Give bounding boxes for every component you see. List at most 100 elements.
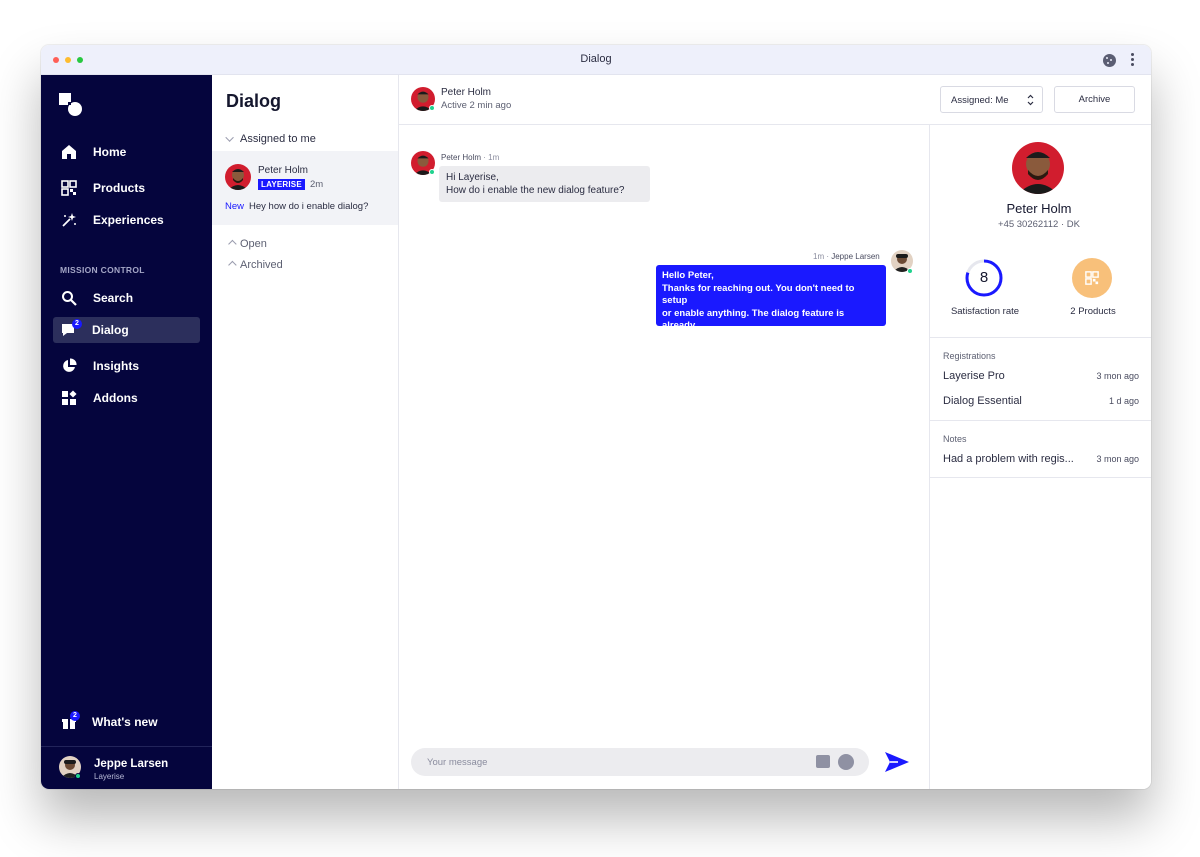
- products-label: 2 Products: [1070, 306, 1116, 317]
- divider: [930, 337, 1151, 338]
- sidebar-item-search[interactable]: Search: [53, 285, 200, 311]
- sidebar-item-products[interactable]: Products: [53, 175, 200, 201]
- group-archived[interactable]: Archived: [228, 259, 283, 271]
- chat-panel: Peter Holm Active 2 min ago Assigned: Me…: [399, 75, 1151, 789]
- chevron-up-icon: [228, 239, 237, 249]
- whats-new-badge: 2: [70, 711, 80, 721]
- send-icon[interactable]: [884, 751, 910, 773]
- new-label: New: [225, 201, 245, 212]
- registrations-heading: Registrations: [943, 351, 996, 361]
- archive-button[interactable]: Archive: [1054, 86, 1135, 113]
- contact-details-panel: Peter Holm +45 30262112 · DK 8 Satisfact…: [929, 125, 1151, 789]
- sidebar-divider: [41, 746, 212, 747]
- sidebar-item-label: Products: [93, 181, 146, 195]
- message-bubble-incoming: Hi Layerise, How do i enable the new dia…: [439, 166, 650, 202]
- sidebar-item-whats-new[interactable]: 2 What's new: [53, 709, 200, 735]
- conversation-name: Peter Holm: [258, 165, 309, 176]
- sidebar-item-dialog[interactable]: 2 Dialog: [53, 317, 200, 343]
- pie-chart-icon: [63, 358, 77, 372]
- title-bar: Dialog: [41, 45, 1151, 75]
- sidebar-item-label: Search: [93, 291, 134, 305]
- sidebar-item-label: What's new: [92, 715, 158, 729]
- conversation-preview: Hey how do i enable dialog?: [249, 201, 369, 212]
- org-tag: LAYERISE: [258, 179, 305, 190]
- satisfaction-value: 8: [979, 269, 989, 286]
- window-title: Dialog: [580, 53, 612, 65]
- message-meta: 1m · Jeppe Larsen: [813, 252, 880, 261]
- divider: [930, 420, 1151, 421]
- sidebar-item-label: Home: [93, 145, 127, 159]
- sidebar-item-label: Insights: [93, 359, 140, 373]
- message-input[interactable]: [427, 755, 807, 769]
- group-open[interactable]: Open: [228, 238, 267, 250]
- registration-name[interactable]: Layerise Pro: [943, 370, 1005, 382]
- conversation-item[interactable]: Peter Holm LAYERISE 2m New Hey how do i …: [212, 151, 398, 225]
- user-org: Layerise: [94, 772, 125, 781]
- sidebar-item-label: Addons: [93, 391, 138, 405]
- group-label: Assigned to me: [240, 133, 316, 145]
- addons-grid-icon: [62, 390, 77, 405]
- message-line: or enable anything. The dialog feature i…: [662, 307, 845, 332]
- sidebar-item-home[interactable]: Home: [53, 139, 200, 165]
- sidebar-item-label: Dialog: [92, 323, 129, 337]
- divider: [930, 477, 1151, 478]
- app-window: Dialog Home Products Experiences MISSION…: [41, 45, 1151, 789]
- user-online-indicator: [75, 773, 81, 779]
- user-name: Jeppe Larsen: [94, 758, 169, 770]
- chevron-down-icon: [225, 133, 234, 142]
- conversation-time: 2m: [310, 179, 324, 190]
- sidebar-item-insights[interactable]: Insights: [53, 353, 200, 379]
- qr-code-icon: [1085, 271, 1099, 285]
- sidebar-item-experiences[interactable]: Experiences: [53, 207, 200, 233]
- cookie-icon[interactable]: [1103, 54, 1116, 67]
- sidebar-item-label: Experiences: [93, 213, 164, 227]
- message-line: Thanks for reaching out. You don't need …: [662, 282, 855, 307]
- qr-code-icon: [61, 180, 77, 196]
- contact-name: Peter Holm: [441, 87, 492, 98]
- group-label: Open: [240, 238, 267, 250]
- message-time: 1m ·: [813, 252, 829, 261]
- group-assigned-to-me[interactable]: Assigned to me: [225, 133, 316, 145]
- note-text[interactable]: Had a problem with regis...: [943, 453, 1074, 465]
- emoji-icon[interactable]: [838, 754, 854, 770]
- message-sender: Jeppe Larsen: [831, 252, 880, 261]
- message-line: available 😎: [662, 332, 715, 344]
- layerise-logo: [59, 93, 82, 116]
- message-line: Hello Peter,: [662, 270, 714, 281]
- online-indicator: [429, 105, 435, 111]
- notes-heading: Notes: [943, 434, 967, 444]
- contact-avatar: [1012, 142, 1064, 194]
- more-menu-icon[interactable]: [1131, 53, 1135, 67]
- dialog-badge: 2: [72, 319, 82, 329]
- assign-value: Assigned: Me: [951, 95, 1009, 106]
- select-arrows-icon: [1027, 94, 1034, 106]
- mission-control-heading: MISSION CONTROL: [60, 265, 145, 275]
- page-title: Dialog: [226, 91, 282, 111]
- contact-name: Peter Holm: [1006, 201, 1072, 216]
- chat-header: Peter Holm Active 2 min ago Assigned: Me…: [399, 75, 1151, 125]
- message-time: · 1m: [483, 153, 500, 162]
- image-upload-icon[interactable]: [816, 755, 830, 768]
- magic-wand-icon: [62, 213, 76, 227]
- message-composer: [411, 748, 869, 776]
- note-time: 3 mon ago: [1096, 454, 1139, 464]
- conversation-list: Dialog Assigned to me Peter Holm LAYERIS…: [212, 75, 399, 789]
- online-indicator: [907, 268, 913, 274]
- message-line: How do i enable the new dialog feature?: [446, 184, 625, 196]
- online-indicator: [429, 169, 435, 175]
- products-badge[interactable]: [1072, 258, 1112, 298]
- search-icon: [62, 291, 77, 306]
- sidebar-item-addons[interactable]: Addons: [53, 385, 200, 411]
- message-sender: Peter Holm: [441, 153, 482, 162]
- registration-name[interactable]: Dialog Essential: [943, 395, 1022, 407]
- avatar: [225, 164, 251, 190]
- sidebar: Home Products Experiences MISSION CONTRO…: [41, 75, 212, 789]
- message-bubble-outgoing: Hello Peter, Thanks for reaching out. Yo…: [656, 265, 886, 344]
- home-icon: [62, 145, 76, 159]
- chevron-up-icon: [228, 260, 237, 270]
- registration-time: 1 d ago: [1108, 396, 1139, 406]
- contact-status: Active 2 min ago: [441, 100, 512, 111]
- assign-select[interactable]: Assigned: Me: [940, 86, 1043, 113]
- message-line: Hi Layerise,: [446, 172, 499, 183]
- message-meta: Peter Holm · 1m: [441, 153, 499, 162]
